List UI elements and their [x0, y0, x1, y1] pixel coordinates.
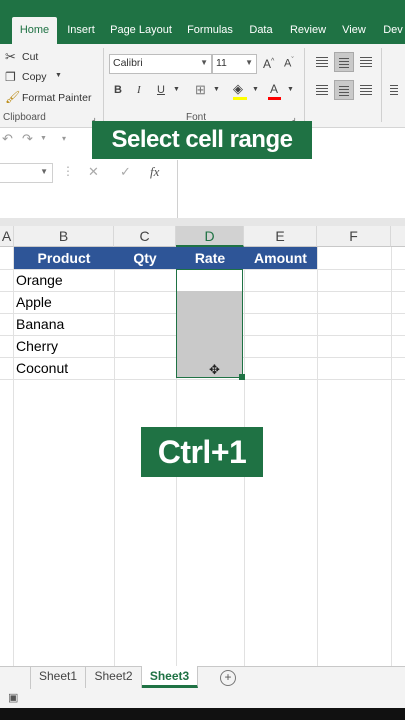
table-header-qty[interactable]: Qty — [114, 247, 176, 269]
align-bottom-button[interactable] — [356, 52, 376, 72]
gridline — [317, 247, 318, 667]
gridline — [391, 247, 392, 667]
column-header-a[interactable]: A — [0, 226, 14, 247]
cell-product[interactable]: Banana — [16, 313, 64, 335]
chevron-down-icon[interactable]: ▼ — [252, 86, 259, 93]
sheet-tab-1[interactable]: Sheet1 — [31, 666, 86, 688]
formula-input[interactable] — [178, 162, 405, 218]
align-top-button[interactable] — [312, 52, 332, 72]
indent-button[interactable] — [386, 80, 402, 100]
shortcut-overlay: Ctrl+1 — [141, 427, 263, 477]
grow-font-icon[interactable]: A^ — [263, 57, 274, 71]
font-color-swatch — [268, 97, 281, 100]
tab-view[interactable]: View — [337, 17, 371, 44]
column-header-g[interactable] — [391, 226, 405, 247]
fill-handle[interactable] — [239, 374, 245, 380]
italic-button[interactable]: I — [137, 84, 141, 96]
font-size-combo[interactable]: 11 ▼ — [212, 54, 257, 74]
tab-developer[interactable]: Dev — [381, 17, 405, 44]
chevron-down-icon: ▼ — [245, 58, 253, 67]
cell-product[interactable]: Cherry — [16, 335, 58, 357]
chevron-down-icon[interactable]: ▼ — [213, 86, 220, 93]
gridline — [0, 379, 405, 380]
fill-color-icon[interactable]: ◈ — [233, 81, 243, 97]
align-center-icon — [339, 86, 349, 96]
chevron-down-icon[interactable]: ▼ — [287, 86, 294, 93]
tab-insert[interactable]: Insert — [61, 17, 101, 44]
tab-home[interactable]: Home — [12, 17, 57, 44]
font-size-value: 11 — [216, 57, 227, 69]
sheet-tab-2[interactable]: Sheet2 — [86, 666, 142, 688]
status-bar — [0, 690, 405, 708]
cursor-icon: ✥ — [209, 362, 220, 377]
chevron-down-icon[interactable]: ▼ — [173, 86, 180, 93]
device-bottom-bar — [0, 708, 405, 720]
align-left-button[interactable] — [312, 80, 332, 100]
cancel-icon[interactable]: ✕ — [88, 164, 99, 180]
align-right-icon — [360, 85, 372, 95]
align-middle-icon — [339, 58, 349, 68]
cell-product[interactable]: Apple — [16, 291, 52, 313]
sheet-tab-3-active[interactable]: Sheet3 — [142, 666, 198, 688]
font-name-combo[interactable]: Calibri ▼ — [109, 54, 212, 74]
redo-icon[interactable]: ↷ — [22, 131, 33, 147]
grid-top-gap — [0, 218, 405, 226]
align-middle-button[interactable] — [334, 52, 354, 72]
font-name-value: Calibri — [113, 57, 143, 69]
chevron-down-icon: ▼ — [200, 58, 208, 67]
customize-icon[interactable]: ▾ — [62, 134, 66, 143]
borders-icon[interactable]: ⊞ — [195, 82, 206, 98]
gridline — [13, 247, 14, 667]
align-left-icon — [316, 85, 328, 95]
table-header-amount[interactable]: Amount — [244, 247, 317, 269]
table-header-rate[interactable]: Rate — [176, 247, 244, 269]
paintbrush-icon: 🖌 — [5, 90, 21, 104]
macro-record-icon[interactable]: ▣ — [8, 691, 18, 704]
more-icon: ⋮ — [62, 164, 74, 178]
tab-review[interactable]: Review — [285, 17, 331, 44]
clipboard-group-label: Clipboard — [3, 112, 46, 123]
align-bottom-icon — [360, 57, 372, 67]
column-header-f[interactable]: F — [317, 226, 391, 247]
cut-button[interactable]: Cut — [22, 51, 38, 63]
align-top-icon — [316, 57, 328, 67]
insert-function-icon[interactable]: fx — [150, 164, 159, 180]
group-separator — [103, 48, 104, 122]
column-header-e[interactable]: E — [244, 226, 317, 247]
format-painter-button[interactable]: Format Painter — [22, 92, 91, 104]
column-header-c[interactable]: C — [114, 226, 176, 247]
fill-color-swatch — [233, 97, 247, 100]
indent-icon — [390, 85, 398, 95]
chevron-down-icon[interactable]: ▼ — [55, 72, 62, 79]
tab-data[interactable]: Data — [245, 17, 277, 44]
column-header-d[interactable]: D — [176, 226, 244, 247]
undo-icon[interactable]: ↶ — [2, 131, 13, 147]
instruction-overlay-top: Select cell range — [92, 121, 312, 159]
cell-product[interactable]: Coconut — [16, 357, 68, 379]
copy-icon: ❐ — [5, 70, 16, 84]
scissors-icon: ✂ — [5, 49, 16, 64]
sheet-nav[interactable] — [0, 666, 31, 689]
column-header-b[interactable]: B — [14, 226, 114, 247]
tab-formulas[interactable]: Formulas — [182, 17, 238, 44]
add-sheet-icon[interactable]: + — [220, 670, 236, 686]
name-box[interactable]: ▼ — [0, 163, 53, 183]
group-separator — [381, 48, 382, 122]
font-color-icon[interactable]: A — [270, 82, 278, 96]
align-right-button[interactable] — [356, 80, 376, 100]
table-header-product[interactable]: Product — [14, 247, 114, 269]
bold-button[interactable]: B — [114, 84, 122, 96]
enter-icon[interactable]: ✓ — [120, 164, 131, 180]
copy-button[interactable]: Copy — [22, 71, 47, 83]
cell-product[interactable]: Orange — [16, 269, 63, 291]
tab-page-layout[interactable]: Page Layout — [107, 17, 175, 44]
shrink-font-icon[interactable]: Aˇ — [284, 57, 294, 70]
chevron-down-icon[interactable]: ▼ — [40, 135, 47, 142]
underline-button[interactable]: U — [157, 84, 165, 96]
group-separator — [304, 48, 305, 122]
align-center-button[interactable] — [334, 80, 354, 100]
gridline — [114, 247, 115, 667]
chevron-down-icon: ▼ — [40, 167, 48, 176]
